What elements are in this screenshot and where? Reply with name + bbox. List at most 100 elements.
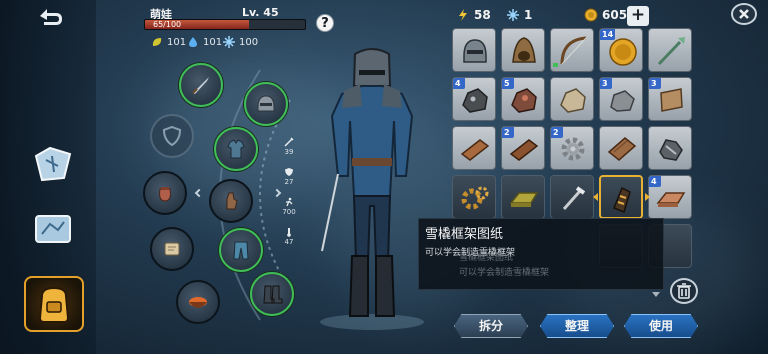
bowl-icon xyxy=(189,297,207,308)
item-count-badge: 4 xyxy=(649,176,661,187)
cold-stat: 100 xyxy=(222,35,258,49)
split-button[interactable]: 拆分 xyxy=(454,314,528,338)
discard-button[interactable] xyxy=(670,278,698,304)
pants-icon xyxy=(233,241,249,260)
boots-icon xyxy=(263,285,283,304)
inventory-slot[interactable]: 4 xyxy=(452,77,496,121)
frost-icon xyxy=(507,9,519,21)
lightning-icon xyxy=(459,9,467,21)
leaf-icon xyxy=(152,38,162,46)
coin-counter: 605 xyxy=(584,8,627,22)
add-coins-button[interactable]: + xyxy=(627,6,649,26)
armor-icon xyxy=(227,139,245,159)
inventory-slot[interactable] xyxy=(550,77,594,121)
inventory-slot[interactable]: 14 xyxy=(599,28,643,72)
game-scene: 萌娃 Lv. 45 65/100 ? 101 101 100 39 27 700… xyxy=(0,0,768,354)
shield-icon xyxy=(162,125,182,147)
inventory-slot[interactable] xyxy=(501,28,545,72)
inventory-slot[interactable] xyxy=(550,175,594,219)
energy-value: 58 xyxy=(474,8,491,22)
temperature-icon xyxy=(287,228,291,237)
back-button[interactable] xyxy=(32,4,66,28)
inventory-slot[interactable]: 3 xyxy=(648,77,692,121)
tooltip-title: 雪橇框架图纸 xyxy=(425,227,504,242)
temperature-value: 47 xyxy=(284,238,294,246)
defense-icon xyxy=(285,168,293,176)
nail-item-icon xyxy=(562,186,586,210)
bag-slot[interactable] xyxy=(143,171,187,215)
wood-plank-item-icon xyxy=(460,139,490,161)
selection-arrow-right-icon xyxy=(645,193,650,201)
inventory-slot[interactable] xyxy=(501,175,545,219)
head-slot[interactable] xyxy=(244,82,288,126)
gloves-slot[interactable] xyxy=(209,179,253,223)
speed-value: 700 xyxy=(282,208,296,216)
energy-counter: 58 xyxy=(456,8,491,22)
defense-value: 27 xyxy=(284,178,294,186)
inventory-slot[interactable] xyxy=(550,28,594,72)
boots-slot[interactable] xyxy=(250,272,294,316)
inventory-slot[interactable]: 2 xyxy=(501,126,545,170)
attack-value: 39 xyxy=(284,148,294,156)
body-slot[interactable] xyxy=(214,127,258,171)
inventory-slot[interactable] xyxy=(648,28,692,72)
use-button[interactable]: 使用 xyxy=(624,314,698,338)
inventory-slot[interactable] xyxy=(452,28,496,72)
cold-value: 100 xyxy=(239,36,259,48)
tooltip-ghost-title: 雪橇框架图纸 xyxy=(459,253,514,263)
close-icon xyxy=(739,9,749,19)
attack-icon xyxy=(284,137,294,147)
speed-icon xyxy=(286,197,293,207)
silver-ore-item-icon xyxy=(560,88,586,113)
speed-attribute: 700 xyxy=(278,197,300,216)
help-button[interactable]: ? xyxy=(316,14,334,32)
temperature-attribute: 47 xyxy=(278,227,300,246)
frost-counter: 1 xyxy=(506,8,532,22)
item-count-badge: 14 xyxy=(600,29,616,40)
item-count-badge: 5 xyxy=(502,78,514,89)
water-value: 101 xyxy=(203,36,223,48)
tooltip-ghost-description: 可以学会制造雪橇框架 xyxy=(459,268,550,278)
helmet-item-icon xyxy=(463,39,487,63)
inventory-slot[interactable] xyxy=(599,126,643,170)
inventory-slot[interactable] xyxy=(452,126,496,170)
health-bar: 65/100 xyxy=(144,19,306,30)
snowflake-icon xyxy=(223,36,235,48)
blueprint-button[interactable] xyxy=(28,204,78,254)
glove-icon xyxy=(226,192,238,210)
spear-item-icon xyxy=(657,37,685,66)
inventory-slot[interactable]: 5 xyxy=(501,77,545,121)
crafting-map-icon xyxy=(34,146,72,182)
blueprint-scroll-icon xyxy=(35,215,71,243)
inventory-slot[interactable] xyxy=(648,126,692,170)
scroll-icon xyxy=(164,242,180,256)
inventory-slot[interactable]: 2 xyxy=(550,126,594,170)
scroll-slot[interactable] xyxy=(150,227,194,271)
pouch-icon xyxy=(159,187,171,202)
inventory-slot[interactable]: 3 xyxy=(599,77,643,121)
equipped-marker xyxy=(553,63,558,67)
sort-button[interactable]: 整理 xyxy=(540,314,614,338)
backpack-icon xyxy=(38,286,70,323)
item-count-badge: 4 xyxy=(453,78,465,89)
scrap-metal-item-icon xyxy=(659,139,683,161)
inventory-slot[interactable] xyxy=(452,175,496,219)
food-slot[interactable] xyxy=(176,280,220,324)
sled-frame-blueprint-item-icon xyxy=(613,186,631,214)
left-menu xyxy=(0,0,96,354)
health-text: 65/100 xyxy=(153,20,182,29)
shield-slot[interactable] xyxy=(150,114,194,158)
legs-slot[interactable] xyxy=(219,228,263,272)
dagger-icon xyxy=(192,77,209,94)
item-count-badge: 2 xyxy=(551,127,563,138)
player-level: Lv. 45 xyxy=(242,6,279,19)
crafting-map-button[interactable] xyxy=(28,138,78,188)
water-stat: 101 xyxy=(186,35,222,49)
weapon-slot[interactable] xyxy=(179,63,223,107)
backpack-button[interactable] xyxy=(24,276,84,332)
close-button[interactable] xyxy=(731,3,757,25)
inventory-slot[interactable]: 4 xyxy=(648,175,692,219)
inventory-slot-selected[interactable] xyxy=(599,175,643,219)
item-count-badge: 3 xyxy=(600,78,612,89)
coin-icon xyxy=(584,8,598,22)
